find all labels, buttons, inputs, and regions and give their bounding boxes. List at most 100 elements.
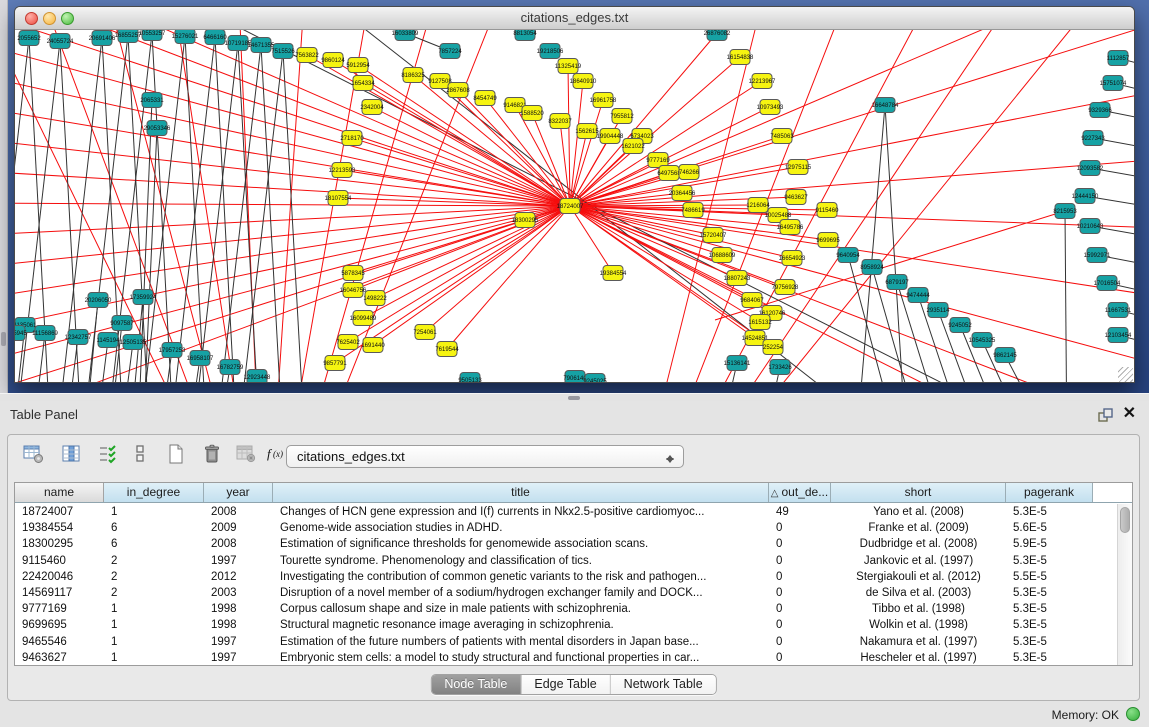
- table-cell[interactable]: 0: [769, 634, 831, 650]
- zoom-button[interactable]: [61, 12, 74, 25]
- graph-node[interactable]: 20364456: [669, 186, 696, 201]
- table-cell[interactable]: 2008: [204, 536, 273, 552]
- table-cell[interactable]: 9465546: [15, 634, 104, 650]
- table-cell[interactable]: 18300295: [15, 536, 104, 552]
- graph-node[interactable]: 7625402: [336, 335, 360, 350]
- graph-node[interactable]: 9684067: [740, 293, 764, 308]
- column-header-short[interactable]: short: [831, 483, 1006, 502]
- minimize-button[interactable]: [43, 12, 56, 25]
- table-cell[interactable]: 5.3E-5: [1006, 650, 1093, 665]
- graph-node[interactable]: 6879197: [885, 275, 909, 290]
- delete-columns-button[interactable]: [196, 441, 228, 471]
- table-cell[interactable]: 6: [104, 520, 204, 536]
- network-window[interactable]: citations_edges.txt 20556522405572420691…: [14, 6, 1135, 383]
- table-row[interactable]: 2242004622012Investigating the contribut…: [15, 569, 1117, 585]
- column-header-in_degree[interactable]: in_degree: [104, 483, 204, 502]
- table-cell[interactable]: Yano et al. (2008): [831, 504, 1006, 520]
- graph-node[interactable]: 15992971: [1084, 248, 1111, 263]
- graph-node[interactable]: 1216064: [746, 198, 770, 213]
- graph-node[interactable]: 1691440: [361, 338, 385, 353]
- graph-node[interactable]: 18300295: [512, 213, 539, 228]
- graph-node[interactable]: 10553257: [139, 30, 166, 41]
- graph-node[interactable]: 252254: [763, 340, 784, 355]
- graph-node[interactable]: 1733426: [768, 360, 792, 375]
- graph-node[interactable]: 11156869: [32, 326, 58, 341]
- graph-node[interactable]: 18107554: [325, 191, 352, 206]
- graph-node[interactable]: 16033809: [392, 30, 419, 41]
- table-cell[interactable]: 0: [769, 520, 831, 536]
- graph-node[interactable]: 24055724: [47, 34, 74, 49]
- column-header-out_de[interactable]: △out_de...: [769, 483, 831, 502]
- graph-node[interactable]: 9640954: [836, 248, 860, 263]
- graph-node[interactable]: 2342004: [360, 100, 384, 115]
- graph-node[interactable]: 2055652: [17, 31, 41, 46]
- graph-node[interactable]: 18807243: [724, 271, 751, 286]
- graph-node[interactable]: 9505133: [458, 373, 482, 384]
- window-resize-grip-icon[interactable]: [1118, 367, 1133, 382]
- graph-node[interactable]: 16961758: [590, 93, 617, 108]
- vertical-scrollbar[interactable]: [1117, 504, 1132, 665]
- graph-node[interactable]: 10688609: [709, 248, 736, 263]
- graph-node[interactable]: 2718170: [340, 131, 364, 146]
- table-cell[interactable]: 1997: [204, 553, 273, 569]
- graph-node[interactable]: 1654334: [351, 76, 375, 91]
- close-panel-button[interactable]: ✕: [1123, 405, 1136, 423]
- graph-node[interactable]: 20206050: [85, 293, 112, 308]
- left-splitter[interactable]: [0, 0, 8, 393]
- graph-node[interactable]: 12213967: [749, 74, 776, 89]
- graph-node[interactable]: 746266: [679, 165, 700, 180]
- graph-node[interactable]: 17016504: [1094, 276, 1121, 291]
- select-columns-button[interactable]: [92, 441, 124, 471]
- table-cell[interactable]: Estimation of significance thresholds fo…: [273, 536, 769, 552]
- graph-node[interactable]: 16782759: [217, 360, 244, 375]
- table-cell[interactable]: 1: [104, 601, 204, 617]
- graph-node[interactable]: 2065331: [140, 93, 164, 108]
- table-cell[interactable]: 5.3E-5: [1006, 585, 1093, 601]
- graph-node[interactable]: 8958924: [860, 260, 884, 275]
- table-cell[interactable]: Hescheler et al. (1997): [831, 650, 1006, 665]
- table-cell[interactable]: Tourette syndrome. Phenomenology and cla…: [273, 553, 769, 569]
- graph-node[interactable]: 19218506: [537, 44, 564, 59]
- row-height-button[interactable]: [124, 441, 156, 471]
- table-cell[interactable]: 5.6E-5: [1006, 520, 1093, 536]
- graph-node[interactable]: 12213593: [329, 163, 356, 178]
- close-button[interactable]: [25, 12, 38, 25]
- table-cell[interactable]: 5.3E-5: [1006, 601, 1093, 617]
- table-cell[interactable]: 6: [104, 536, 204, 552]
- table-cell[interactable]: 0: [769, 601, 831, 617]
- graph-node[interactable]: 8186325: [401, 68, 425, 83]
- graph-node[interactable]: 2935114: [927, 303, 951, 318]
- graph-node[interactable]: 9245025: [583, 374, 607, 384]
- table-cell[interactable]: 1: [104, 504, 204, 520]
- table-row[interactable]: 1830029562008Estimation of significance …: [15, 536, 1117, 552]
- graph-node[interactable]: 9474444: [906, 288, 930, 303]
- table-cell[interactable]: 5.9E-5: [1006, 536, 1093, 552]
- table-cell[interactable]: 2: [104, 585, 204, 601]
- graph-node[interactable]: 15720407: [700, 228, 727, 243]
- graph-node[interactable]: 12093582: [1077, 161, 1104, 176]
- graph-node[interactable]: 8813054: [513, 30, 537, 41]
- graph-node[interactable]: 12103454: [1105, 328, 1132, 343]
- graph-node[interactable]: 12444150: [1072, 189, 1099, 204]
- graph-node[interactable]: 8322037: [548, 114, 572, 129]
- graph-node[interactable]: 9115460: [816, 203, 840, 218]
- table-cell[interactable]: 0: [769, 617, 831, 633]
- table-cell[interactable]: Wolkin et al. (1998): [831, 617, 1006, 633]
- graph-node[interactable]: 16495786: [777, 220, 804, 235]
- graph-node[interactable]: 9857791: [323, 356, 347, 371]
- graph-node[interactable]: 16154838: [727, 50, 754, 65]
- show-columns-button[interactable]: [56, 441, 88, 471]
- graph-node[interactable]: 17359924: [130, 290, 157, 305]
- graph-node[interactable]: 16099489: [350, 311, 377, 326]
- graph-node[interactable]: 16654923: [779, 251, 806, 266]
- graph-node[interactable]: 12923448: [244, 370, 271, 384]
- table-cell[interactable]: 9115460: [15, 553, 104, 569]
- delete-table-button[interactable]: [230, 441, 262, 471]
- table-cell[interactable]: 2: [104, 553, 204, 569]
- table-row[interactable]: 1456911722003Disruption of a novel membe…: [15, 585, 1117, 601]
- graph-node[interactable]: 19384554: [600, 266, 627, 281]
- table-cell[interactable]: 1997: [204, 650, 273, 665]
- table-cell[interactable]: 5.3E-5: [1006, 634, 1093, 650]
- table-cell[interactable]: 22420046: [15, 569, 104, 585]
- graph-node[interactable]: 1498222: [363, 291, 387, 306]
